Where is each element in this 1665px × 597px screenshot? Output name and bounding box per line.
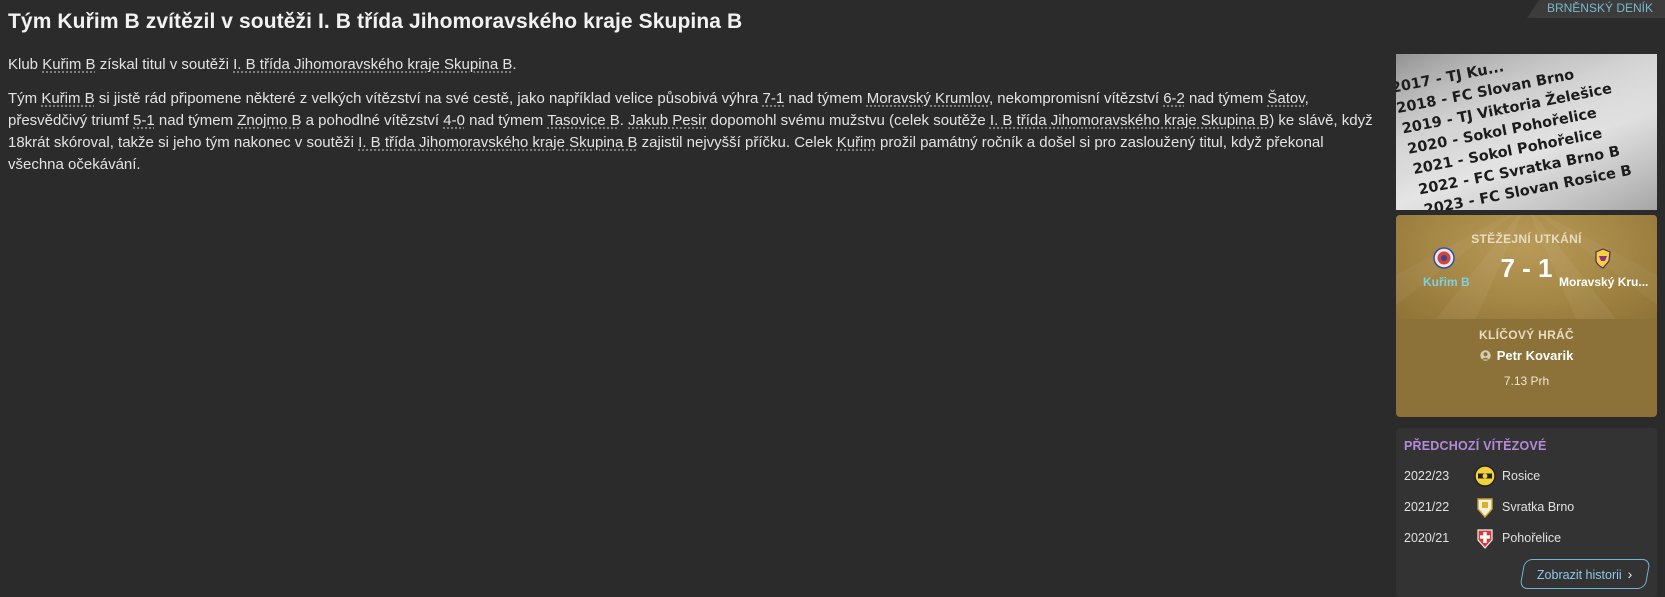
- article-body: Klub Kuřim B získal titul v soutěži I. B…: [8, 54, 1378, 188]
- key-match-label: STĚŽEJNÍ UTKÁNÍ: [1471, 232, 1582, 246]
- moravsky-krumlov-crest-icon[interactable]: [1592, 247, 1614, 269]
- page-title: Tým Kuřim B zvítězil v soutěži I. B tříd…: [8, 10, 743, 33]
- article-link[interactable]: 7-1: [763, 90, 785, 107]
- key-player-rating: 7.13 Prh: [1503, 374, 1550, 388]
- article-paragraph-2: Tým Kuřim B si jistě rád připomene někte…: [8, 90, 1373, 173]
- article-link[interactable]: Znojmo B: [237, 112, 301, 129]
- winner-row[interactable]: 2020/21 Pohořelice: [1404, 526, 1644, 550]
- article-link[interactable]: Kuřim B: [41, 90, 94, 107]
- winner-club[interactable]: Pohořelice: [1502, 526, 1561, 550]
- winner-season: 2022/23: [1404, 469, 1450, 483]
- winner-row[interactable]: 2022/23 Rosice: [1404, 464, 1644, 488]
- source-badge: BRNĚNSKÝ DENÍK: [1526, 0, 1665, 18]
- article-link[interactable]: Tasovice B: [547, 112, 620, 129]
- svratka-crest-icon[interactable]: [1474, 496, 1496, 518]
- key-match-panel: STĚŽEJNÍ UTKÁNÍ Kuřim B 7 - 1 Moravský K…: [1396, 215, 1657, 417]
- article-link[interactable]: Šatov: [1267, 90, 1304, 107]
- winner-club[interactable]: Rosice: [1502, 464, 1540, 488]
- article-link[interactable]: I. B třída Jihomoravského kraje Skupina …: [358, 134, 637, 151]
- away-team-name[interactable]: Moravský Kru...: [1559, 275, 1648, 289]
- article-link[interactable]: Kuřim B: [42, 56, 95, 73]
- previous-winners-panel: PŘEDCHOZÍ VÍTĚZOVÉ 2022/23 Rosice 2021/2…: [1396, 428, 1657, 597]
- winners-board-photo: 2017 - TJ Ku... 2018 - FC Slovan Brno 2019…: [1396, 54, 1657, 210]
- key-player[interactable]: Petr Kovarik: [1396, 348, 1657, 363]
- news-article-page: Tým Kuřim B zvítězil v soutěži I. B tříd…: [0, 0, 1665, 597]
- article-link[interactable]: Moravský Krumlov: [867, 90, 989, 107]
- rosice-crest-icon[interactable]: [1474, 465, 1496, 487]
- chevron-right-icon: ›: [1627, 566, 1633, 582]
- article-link[interactable]: Jakub Pesir: [628, 112, 706, 129]
- article-link[interactable]: 4-0: [443, 112, 465, 129]
- show-history-button[interactable]: Zobrazit historii ›: [1519, 559, 1651, 589]
- article-link[interactable]: I. B třída Jihomoravského kraje Skupina …: [233, 56, 512, 73]
- article-link[interactable]: Kuřim: [837, 134, 876, 151]
- article-paragraph-1: Klub Kuřim B získal titul v soutěži I. B…: [8, 56, 517, 73]
- article-link[interactable]: 6-2: [1163, 90, 1185, 107]
- winner-row[interactable]: 2021/22 Svratka Brno: [1404, 495, 1644, 519]
- show-history-label: Zobrazit historii: [1537, 568, 1622, 582]
- winner-club[interactable]: Svratka Brno: [1502, 495, 1574, 519]
- article-link[interactable]: I. B třída Jihomoravského kraje Skupina …: [990, 112, 1269, 129]
- winner-season: 2021/22: [1404, 500, 1450, 514]
- pohorelice-crest-icon[interactable]: [1474, 527, 1496, 549]
- winner-season: 2020/21: [1404, 531, 1450, 545]
- article-link[interactable]: 5-1: [133, 112, 155, 129]
- person-icon: [1480, 350, 1491, 361]
- previous-winners-title: PŘEDCHOZÍ VÍTĚZOVÉ: [1404, 439, 1547, 453]
- winners-board-image: 2017 - TJ Ku...2018 - FC Slovan Brno2019…: [1396, 54, 1657, 210]
- key-player-label: KLÍČOVÝ HRÁČ: [1479, 328, 1574, 342]
- key-player-name[interactable]: Petr Kovarik: [1497, 348, 1574, 363]
